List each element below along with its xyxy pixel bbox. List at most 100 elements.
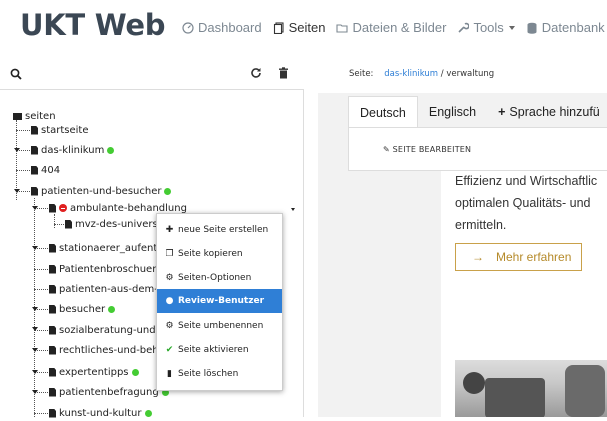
tree-label: besucher (59, 303, 106, 315)
nav-dashboard-label: Dashboard (198, 20, 262, 35)
tree-item-patientenbefragung[interactable]: patientenbefragung (49, 384, 169, 400)
expand-icon[interactable] (32, 370, 38, 374)
edit-page-label: SEITE BEARBEITEN (392, 145, 472, 154)
expand-icon[interactable] (32, 327, 38, 331)
page-icon (49, 203, 56, 213)
tab-deutsch[interactable]: Deutsch (348, 96, 418, 128)
search-icon[interactable] (10, 68, 22, 80)
tree-label: expertentipps (59, 366, 129, 378)
nav-files[interactable]: Dateien & Bilder (336, 20, 446, 35)
top-bar: UKT Web Dashboard Seiten Dateien & Bilde… (0, 0, 607, 58)
tab-add-language[interactable]: + Sprache hinzufü (487, 96, 607, 128)
tree-item-mvz[interactable]: mvz-des-universit (65, 216, 164, 232)
expand-icon[interactable] (32, 390, 38, 394)
node-menu-chevron-icon[interactable] (291, 208, 295, 211)
tree-label: patientenbefragung (59, 386, 159, 398)
pencil-icon: ✎ (383, 145, 390, 154)
gear-icon: ⚙ (165, 273, 174, 283)
more-button-label: Mehr erfahren (496, 250, 572, 264)
preview-photo (455, 360, 607, 417)
breadcrumb-label: Seite: (349, 69, 374, 79)
page-icon (49, 345, 56, 355)
nav-pages-label: Seiten (288, 20, 326, 35)
tree-item-aus-dem[interactable]: patienten-aus-dem-au (49, 281, 170, 297)
tree-item-sozialberatung[interactable]: sozialberatung-und-e (49, 322, 165, 338)
expand-icon[interactable] (32, 348, 38, 352)
nav-dashboard[interactable]: Dashboard (182, 20, 262, 35)
nav-pages[interactable]: Seiten (273, 20, 326, 35)
trash-icon: ▮ (167, 369, 172, 379)
trash-icon[interactable] (278, 67, 289, 79)
page-icon (65, 219, 72, 229)
tree-item-expertentipps[interactable]: expertentipps (49, 364, 139, 380)
active-status-dot (144, 409, 152, 417)
nav-tools-label: Tools (473, 20, 504, 35)
tree-toolbar (0, 58, 304, 90)
page-icon (49, 367, 56, 377)
page-icon (49, 264, 56, 274)
page-icon (49, 325, 56, 335)
menu-label: Seite aktivieren (178, 345, 249, 355)
tab-englisch[interactable]: Englisch (417, 96, 488, 128)
page-icon (49, 408, 56, 418)
page-icon (49, 304, 56, 314)
preview-line: Effizienz und Wirtschaftlic (455, 174, 598, 188)
menu-page-options[interactable]: ⚙ Seiten-Optionen (157, 266, 282, 290)
gear-icon: ⚙ (165, 321, 174, 331)
active-status-dot (131, 368, 139, 376)
tree-label: 404 (41, 164, 61, 176)
more-button[interactable]: → Mehr erfahren (455, 243, 582, 271)
tree-item-patienten-und-besucher[interactable]: patienten-und-besucher (31, 183, 172, 199)
collapse-icon[interactable] (32, 206, 38, 210)
menu-label: Seite löschen (178, 369, 239, 379)
breadcrumb-link[interactable]: das-klinikum (384, 69, 438, 79)
plus-icon: ✚ (165, 225, 174, 235)
tree-label: mvz-des-universit (75, 218, 165, 230)
expand-icon[interactable] (32, 246, 38, 250)
preview-line: optimalen Qualitäts- und (455, 196, 591, 210)
tree-item-404[interactable]: 404 (31, 162, 60, 178)
tree-item-stationaer[interactable]: stationaerer_aufentha (49, 240, 170, 256)
menu-new-page[interactable]: ✚ neue Seite erstellen (157, 218, 282, 242)
reload-icon[interactable] (250, 67, 262, 79)
tree-item-besucher[interactable]: besucher (49, 301, 116, 317)
expand-icon[interactable] (14, 148, 20, 152)
menu-copy-page[interactable]: ❐ Seite kopieren (157, 242, 282, 266)
active-status-dot (164, 187, 172, 195)
menu-review-user[interactable]: ● Review-Benutzer (157, 289, 282, 313)
nav-tools[interactable]: Tools (457, 20, 515, 35)
preview-line: ermitteln. (455, 218, 507, 232)
tab-label: Sprache hinzufü (509, 105, 600, 119)
tree-item-broschueren[interactable]: Patientenbroschueren (49, 261, 169, 277)
menu-label: Review-Benutzer (178, 296, 265, 306)
tree-item-das-klinikum[interactable]: das-klinikum (31, 142, 115, 158)
collapse-icon[interactable] (14, 189, 20, 193)
context-menu: ✚ neue Seite erstellen ❐ Seite kopieren … (156, 213, 283, 391)
database-icon (527, 22, 537, 34)
wrench-icon (458, 22, 470, 33)
page-icon (31, 125, 38, 135)
nav-database-label: Datenbank (541, 20, 605, 35)
tree-label: startseite (41, 124, 89, 136)
folder-icon (336, 23, 349, 33)
menu-label: neue Seite erstellen (178, 225, 269, 235)
tab-label: Deutsch (360, 105, 406, 120)
tree-label: stationaerer_aufentha (59, 242, 170, 254)
page-icon (31, 186, 38, 196)
tree-label: seiten (25, 110, 56, 122)
menu-label: Seiten-Optionen (178, 273, 252, 283)
tree-item-rechtliches[interactable]: rechtliches-und-beha (49, 342, 165, 358)
edit-page-button[interactable]: ✎ SEITE BEARBEITEN (383, 145, 471, 154)
active-status-dot (107, 146, 115, 154)
nav-database[interactable]: Datenbank (526, 20, 605, 35)
expand-icon[interactable] (32, 307, 38, 311)
tree-label: das-klinikum (41, 144, 105, 156)
tree-item-startseite[interactable]: startseite (31, 122, 89, 138)
menu-delete-page[interactable]: ▮ Seite löschen (157, 362, 282, 386)
folder-icon (13, 112, 22, 120)
app-title[interactable]: UKT Web (20, 8, 165, 42)
menu-activate-page[interactable]: ✔ Seite aktivieren (157, 338, 282, 362)
tree-item-kunst-und-kultur[interactable]: kunst-und-kultur (49, 405, 152, 421)
menu-rename-page[interactable]: ⚙ Seite umbenennen (157, 314, 282, 338)
page-icon (49, 284, 56, 294)
